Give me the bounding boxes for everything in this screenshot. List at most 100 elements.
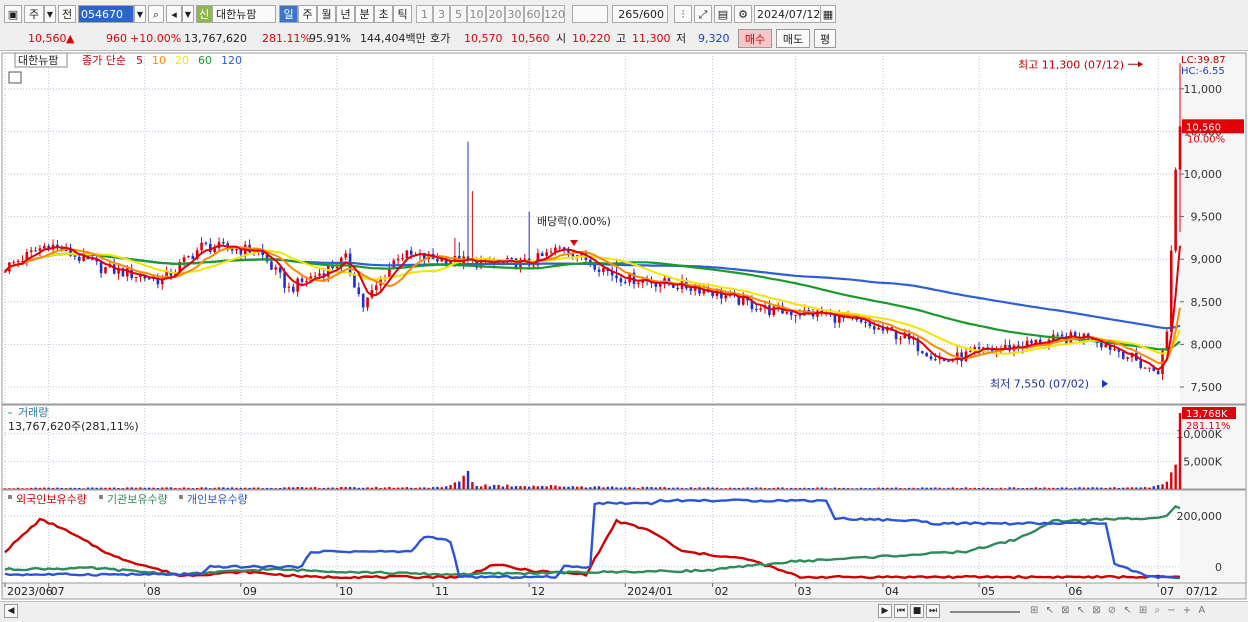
candle-body bbox=[436, 258, 439, 262]
stop-button[interactable]: ■ bbox=[910, 604, 924, 618]
volume-bar bbox=[86, 487, 90, 489]
period-button-4[interactable]: 분 bbox=[355, 5, 374, 23]
candle-body bbox=[313, 275, 317, 277]
speaker-icon[interactable]: ◂ bbox=[166, 5, 182, 23]
scroll-right-button[interactable]: ▶ bbox=[878, 604, 892, 618]
candle-body bbox=[602, 268, 605, 273]
volume-bar bbox=[1130, 487, 1134, 489]
volume-bar bbox=[702, 487, 706, 489]
volume-bar bbox=[1104, 487, 1107, 489]
interval-button-3[interactable]: 3 bbox=[433, 5, 450, 23]
date-input[interactable]: 2024/07/12 bbox=[754, 5, 822, 23]
interval-button-120[interactable]: 120 bbox=[543, 5, 565, 23]
tool-icons[interactable]: ⊞ ↖ ⊠ ↖ ⊠ ⊘ ↖ ⊞ ⌕ − + A bbox=[1030, 605, 1240, 619]
volume-bar bbox=[235, 487, 238, 489]
scroll-bar[interactable]: ◀ ▶ ⏮ ■ ⏭ ⊞ ↖ ⊠ ↖ ⊠ ⊘ ↖ ⊞ ⌕ − + A bbox=[0, 601, 1248, 622]
interval-button-1[interactable]: 1 bbox=[416, 5, 433, 23]
volume-bar bbox=[912, 487, 915, 489]
change-value: 960 bbox=[106, 32, 127, 45]
volume-bar bbox=[38, 487, 42, 489]
volume-bar bbox=[990, 487, 994, 489]
candle-body bbox=[43, 245, 46, 249]
volume-bar bbox=[916, 488, 920, 489]
volume-bar bbox=[108, 487, 112, 489]
candle-body bbox=[637, 282, 640, 284]
volume-bar bbox=[453, 482, 457, 489]
price-tick-label: 7,500 bbox=[1191, 381, 1223, 394]
period-button-2[interactable]: 월 bbox=[317, 5, 336, 23]
candle-body bbox=[396, 258, 400, 261]
volume-bar bbox=[1082, 487, 1086, 489]
draw-tool-icon[interactable]: ⤢ bbox=[694, 5, 712, 23]
code-dropdown-icon[interactable]: ▼ bbox=[134, 5, 146, 23]
gear-icon[interactable]: ⚙ bbox=[734, 5, 752, 23]
volume-bar bbox=[803, 487, 806, 489]
interval-select[interactable] bbox=[572, 5, 608, 23]
volume-bar bbox=[12, 488, 15, 489]
chevron-down-icon[interactable]: ▼ bbox=[44, 5, 56, 23]
candle-icon[interactable]: ⫶ bbox=[674, 5, 692, 23]
buy-button[interactable]: 매수 bbox=[738, 29, 772, 48]
hold-tick-label: 200,000 bbox=[1177, 510, 1223, 523]
candle-body bbox=[597, 269, 601, 273]
period-button-3[interactable]: 년 bbox=[336, 5, 355, 23]
zoom-slider[interactable] bbox=[950, 611, 1020, 613]
save-icon[interactable]: ▤ bbox=[714, 5, 732, 23]
prev-button[interactable]: 전 bbox=[58, 5, 76, 23]
interval-button-30[interactable]: 30 bbox=[505, 5, 524, 23]
volume-bar bbox=[357, 487, 361, 489]
sound-dropdown-icon[interactable]: ▼ bbox=[182, 5, 194, 23]
volume-bar bbox=[715, 487, 719, 489]
period-button-6[interactable]: 틱 bbox=[393, 5, 412, 23]
volume-bar bbox=[69, 487, 72, 489]
search-icon[interactable]: ⌕ bbox=[148, 5, 164, 23]
volume-bar bbox=[182, 487, 186, 489]
code-input[interactable]: 054670 bbox=[78, 5, 134, 23]
first-button[interactable]: ⏮ bbox=[894, 604, 908, 618]
candle-body bbox=[1178, 126, 1182, 170]
interval-button-10[interactable]: 10 bbox=[467, 5, 486, 23]
volume-bar bbox=[1078, 487, 1081, 489]
volume-bar bbox=[161, 487, 164, 489]
volume-bar bbox=[1091, 487, 1094, 489]
interval-button-20[interactable]: 20 bbox=[486, 5, 505, 23]
interval-button-60[interactable]: 60 bbox=[524, 5, 543, 23]
stock-chart[interactable]: 7,5008,0008,5009,0009,50010,00010,50011,… bbox=[0, 51, 1248, 601]
volume-bar bbox=[226, 487, 229, 489]
volume-bar bbox=[121, 488, 125, 489]
last-button[interactable]: ⏭ bbox=[926, 604, 940, 618]
layout-icon[interactable]: ▣ bbox=[4, 5, 22, 23]
period-button-1[interactable]: 주 bbox=[298, 5, 317, 23]
period-type-select[interactable]: 주 bbox=[24, 5, 44, 23]
volume-summary: 13,767,620주(281,11%) bbox=[8, 420, 139, 433]
price-tick-label: 11,000 bbox=[1184, 83, 1223, 96]
candle-body bbox=[1056, 334, 1059, 336]
volume-bar bbox=[8, 488, 11, 489]
interval-button-5[interactable]: 5 bbox=[450, 5, 467, 23]
period-button-5[interactable]: 초 bbox=[374, 5, 393, 23]
x-tick-label: 05 bbox=[981, 585, 995, 598]
volume-bar bbox=[567, 486, 570, 489]
volume-bar bbox=[444, 486, 448, 489]
volume-bar bbox=[209, 488, 212, 489]
count-field[interactable]: 265/600 bbox=[612, 5, 668, 23]
volume-bar bbox=[1108, 487, 1112, 489]
candle-body bbox=[977, 347, 981, 349]
vol-last-pct: 281.11% bbox=[1186, 421, 1231, 432]
volume-bar bbox=[265, 487, 269, 489]
volume-bar bbox=[868, 488, 872, 489]
candle-body bbox=[374, 285, 378, 291]
calendar-icon[interactable]: ▦ bbox=[820, 5, 836, 23]
volume-bar bbox=[60, 487, 63, 489]
candle-body bbox=[925, 353, 928, 357]
scroll-left-button[interactable]: ◀ bbox=[4, 604, 18, 618]
eval-button[interactable]: 평 bbox=[814, 29, 836, 48]
volume-bar bbox=[73, 487, 77, 489]
chart-bg bbox=[0, 51, 1248, 601]
candle-body bbox=[1100, 342, 1103, 348]
sell-button[interactable]: 매도 bbox=[776, 29, 810, 48]
period-button-0[interactable]: 일 bbox=[279, 5, 298, 23]
volume-bar bbox=[645, 486, 649, 489]
candle-body bbox=[510, 257, 513, 259]
candle-body bbox=[658, 283, 662, 287]
